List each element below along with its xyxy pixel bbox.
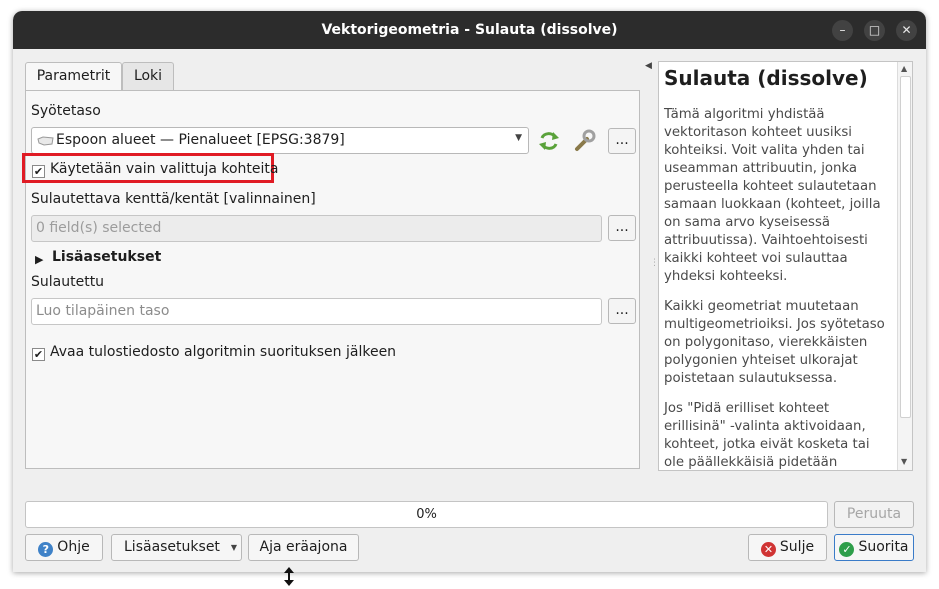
minimize-button[interactable]: – <box>832 20 853 41</box>
help-paragraph: Kaikki geometriat muutetaan multigeometr… <box>664 299 885 386</box>
output-placeholder: Luo tilapäinen taso <box>36 303 170 319</box>
close-window-button[interactable]: ✕ <box>896 20 917 41</box>
input-layer-value: Espoon alueet — Pienalueet [EPSG:3879] <box>56 132 345 148</box>
close-button-label: Sulje <box>779 539 815 555</box>
progress-bar: 0% <box>25 501 828 528</box>
batch-button[interactable]: Aja eräajona <box>248 534 359 561</box>
resize-cursor-icon <box>284 567 294 586</box>
polygon-layer-icon <box>37 136 54 146</box>
caret-right-icon[interactable]: ▶ <box>35 253 43 266</box>
advanced-dropdown-button[interactable]: Lisäasetukset ▼ <box>111 534 242 561</box>
dissolve-fields-value: 0 field(s) selected <box>36 220 162 236</box>
dissolve-fields-input[interactable]: 0 field(s) selected <box>31 215 602 242</box>
help-icon: ? <box>38 542 54 557</box>
collapse-arrow-icon[interactable]: ◀ <box>645 61 652 71</box>
close-icon: ✕ <box>760 542 776 557</box>
help-title: Sulauta (dissolve) <box>664 66 868 90</box>
selected-only-label: Käytetään vain valittuja kohteita <box>50 161 279 177</box>
input-layer-combo[interactable]: Espoon alueet — Pienalueet [EPSG:3879] ▼ <box>31 127 529 154</box>
input-layer-label: Syötetaso <box>31 103 101 119</box>
advanced-button-label: Lisäasetukset <box>124 539 220 555</box>
output-label: Sulautettu <box>31 274 105 290</box>
dialog-window: Vektorigeometria - Sulauta (dissolve) – … <box>13 11 926 572</box>
tab-log[interactable]: Loki <box>122 62 174 90</box>
help-panel: Sulauta (dissolve) Tämä algoritmi yhdist… <box>658 61 913 471</box>
run-button[interactable]: ✓ Suorita <box>834 534 914 561</box>
parameters-panel: Syötetaso Espoon alueet — Pienalueet [EP… <box>22 90 640 469</box>
help-paragraph: Jos "Pidä erilliset kohteet erillisinä" … <box>664 401 870 470</box>
chevron-down-icon: ▼ <box>230 543 237 552</box>
dissolve-fields-label: Sulautettava kenttä/kentät [valinnainen] <box>31 191 316 207</box>
advanced-section-header[interactable]: Lisäasetukset <box>52 249 161 265</box>
close-button[interactable]: ✕ Sulje <box>748 534 827 561</box>
help-scrollbar[interactable]: ▲ ▼ <box>897 62 912 470</box>
window-title: Vektorigeometria - Sulauta (dissolve) <box>321 22 618 38</box>
chevron-down-icon: ▼ <box>515 133 522 143</box>
scrollbar-thumb[interactable] <box>900 76 911 418</box>
refresh-icon[interactable] <box>538 131 560 151</box>
check-icon: ✓ <box>839 542 855 557</box>
open-output-checkbox[interactable]: ✔ <box>32 348 45 361</box>
wrench-icon[interactable] <box>573 129 597 153</box>
selected-only-checkbox[interactable]: ✔ <box>32 165 45 178</box>
output-options-button[interactable]: ... <box>608 298 636 324</box>
scroll-up-icon[interactable]: ▲ <box>901 64 907 73</box>
output-input[interactable]: Luo tilapäinen taso <box>31 298 602 325</box>
help-button-label: Ohje <box>57 539 90 555</box>
help-paragraph: Tämä algoritmi yhdistää vektoritason koh… <box>664 107 881 284</box>
run-button-label: Suorita <box>858 539 909 555</box>
help-button[interactable]: ? Ohje <box>25 534 103 561</box>
dissolve-fields-options-button[interactable]: ... <box>608 215 636 241</box>
input-layer-options-button[interactable]: ... <box>608 128 636 154</box>
open-output-label: Avaa tulostiedosto algoritmin suoritukse… <box>50 344 397 360</box>
tab-parameters[interactable]: Parametrit <box>25 62 122 91</box>
cancel-button[interactable]: Peruuta <box>834 501 914 528</box>
title-bar: Vektorigeometria - Sulauta (dissolve) – … <box>13 11 926 49</box>
scroll-down-icon[interactable]: ▼ <box>901 457 907 466</box>
maximize-button[interactable]: □ <box>864 20 885 41</box>
